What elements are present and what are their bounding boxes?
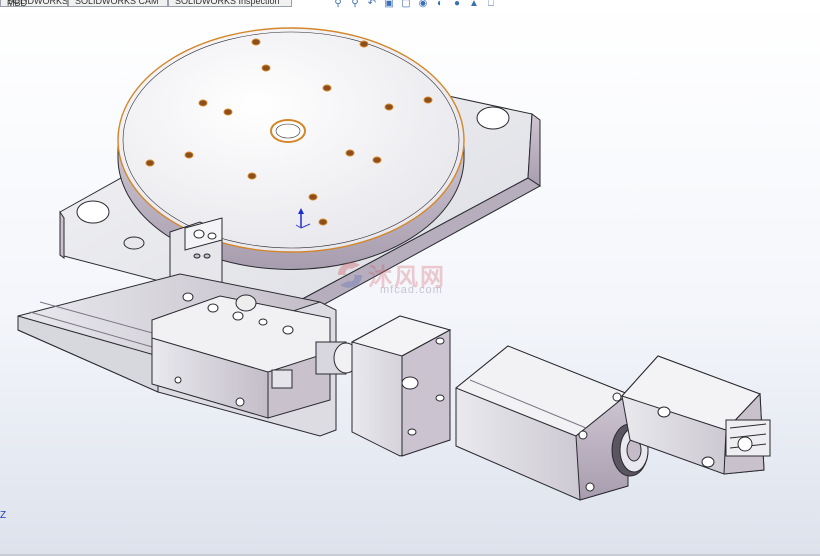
servo-motor [455,345,629,501]
watermark-url: mfcad.com [380,284,443,296]
gearbox-housing [350,315,452,457]
axis-triad-label: Z [0,510,7,521]
watermark-logo-icon [338,262,362,288]
